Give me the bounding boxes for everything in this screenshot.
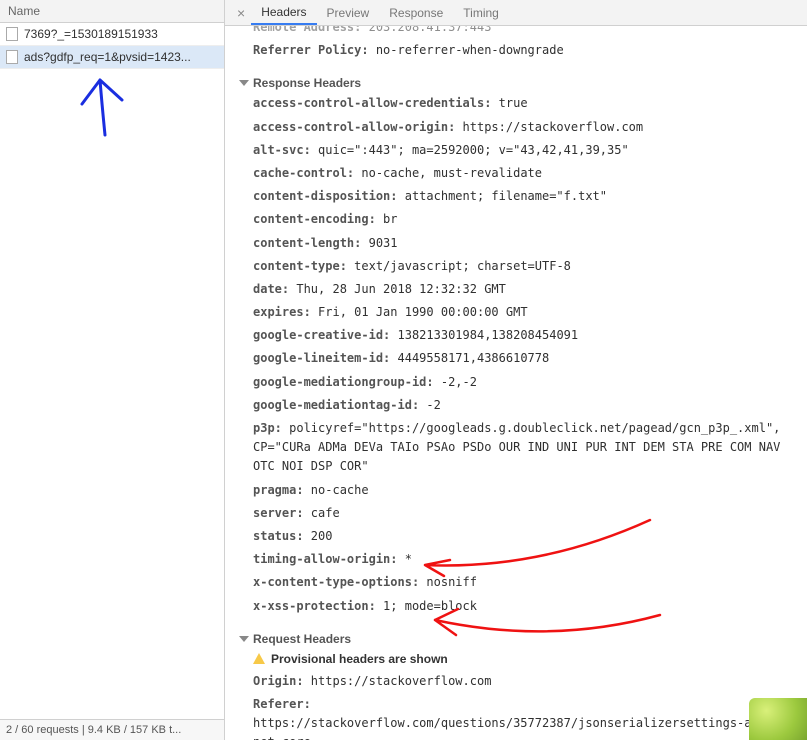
- header-line: status: 200: [229, 525, 803, 548]
- headers-content[interactable]: Remote Address: 203.208.41.37:443 Referr…: [225, 26, 807, 740]
- header-key: content-length:: [253, 236, 369, 250]
- header-line: content-encoding: br: [229, 208, 803, 231]
- header-key: server:: [253, 506, 311, 520]
- header-value: quic=":443"; ma=2592000; v="43,42,41,39,…: [318, 143, 629, 157]
- request-label: ads?gdfp_req=1&pvsid=1423...: [24, 50, 191, 64]
- header-value: br: [383, 212, 397, 226]
- header-value: Thu, 28 Jun 2018 12:32:32 GMT: [296, 282, 506, 296]
- header-line: date: Thu, 28 Jun 2018 12:32:32 GMT: [229, 278, 803, 301]
- header-value: nosniff: [426, 575, 477, 589]
- header-line: pragma: no-cache: [229, 479, 803, 502]
- header-line: google-mediationgroup-id: -2,-2: [229, 371, 803, 394]
- section-title: Response Headers: [253, 76, 361, 90]
- header-line: cache-control: no-cache, must-revalidate: [229, 162, 803, 185]
- general-referrer-policy: Referrer Policy: no-referrer-when-downgr…: [229, 39, 803, 62]
- close-icon[interactable]: ×: [231, 5, 251, 21]
- header-value: *: [405, 552, 412, 566]
- header-key: pragma:: [253, 483, 311, 497]
- header-value: attachment; filename="f.txt": [405, 189, 607, 203]
- header-line: Origin: https://stackoverflow.com: [229, 670, 803, 693]
- warning-icon: [253, 653, 265, 664]
- tab-preview[interactable]: Preview: [317, 2, 380, 24]
- header-value: https://stackoverflow.com: [463, 120, 644, 134]
- request-list: 7369?_=1530189151933 ads?gdfp_req=1&pvsi…: [0, 23, 224, 719]
- header-key: Origin:: [253, 674, 311, 688]
- header-line: x-xss-protection: 1; mode=block: [229, 595, 803, 618]
- document-icon: [6, 50, 18, 64]
- header-value: https://stackoverflow.com/questions/3577…: [253, 716, 802, 740]
- header-value: Fri, 01 Jan 1990 00:00:00 GMT: [318, 305, 528, 319]
- header-key: alt-svc:: [253, 143, 318, 157]
- header-value: policyref="https://googleads.g.doublecli…: [253, 421, 780, 473]
- details-tab-bar: × Headers Preview Response Timing: [225, 0, 807, 26]
- decorative-corner-image: [749, 698, 807, 740]
- general-remote-address: Remote Address: 203.208.41.37:443: [229, 26, 803, 39]
- header-key: expires:: [253, 305, 318, 319]
- header-line: expires: Fri, 01 Jan 1990 00:00:00 GMT: [229, 301, 803, 324]
- section-request-headers[interactable]: Request Headers: [229, 628, 803, 648]
- header-line: p3p: policyref="https://googleads.g.doub…: [229, 417, 803, 479]
- header-key: p3p:: [253, 421, 289, 435]
- header-value: 1; mode=block: [383, 599, 477, 613]
- header-value: cafe: [311, 506, 340, 520]
- header-key: access-control-allow-credentials:: [253, 96, 499, 110]
- header-value: true: [499, 96, 528, 110]
- header-line: access-control-allow-origin: https://sta…: [229, 116, 803, 139]
- header-line: x-content-type-options: nosniff: [229, 571, 803, 594]
- header-key: content-encoding:: [253, 212, 383, 226]
- section-title: Request Headers: [253, 632, 351, 646]
- header-line: google-creative-id: 138213301984,1382084…: [229, 324, 803, 347]
- section-response-headers[interactable]: Response Headers: [229, 72, 803, 92]
- header-line: google-mediationtag-id: -2: [229, 394, 803, 417]
- header-key: Referer:: [253, 697, 311, 711]
- details-panel: × Headers Preview Response Timing Remote…: [225, 0, 807, 740]
- chevron-down-icon: [239, 80, 249, 86]
- header-line: alt-svc: quic=":443"; ma=2592000; v="43,…: [229, 139, 803, 162]
- header-value: text/javascript; charset=UTF-8: [354, 259, 571, 273]
- network-request-list-panel: Name 7369?_=1530189151933 ads?gdfp_req=1…: [0, 0, 225, 740]
- header-line: access-control-allow-credentials: true: [229, 92, 803, 115]
- header-key: google-creative-id:: [253, 328, 398, 342]
- header-key: google-mediationgroup-id:: [253, 375, 441, 389]
- header-key: content-disposition:: [253, 189, 405, 203]
- list-header-name[interactable]: Name: [0, 0, 224, 23]
- tab-headers[interactable]: Headers: [251, 1, 316, 25]
- header-value: 9031: [369, 236, 398, 250]
- request-row[interactable]: ads?gdfp_req=1&pvsid=1423...: [0, 46, 224, 69]
- header-line: content-length: 9031: [229, 232, 803, 255]
- provisional-warning: Provisional headers are shown: [229, 648, 803, 670]
- header-line: Referer: https://stackoverflow.com/quest…: [229, 693, 803, 740]
- header-key: x-content-type-options:: [253, 575, 426, 589]
- tab-timing[interactable]: Timing: [453, 2, 509, 24]
- header-value: 4449558171,4386610778: [398, 351, 550, 365]
- header-key: access-control-allow-origin:: [253, 120, 463, 134]
- request-label: 7369?_=1530189151933: [24, 27, 158, 41]
- header-value: 200: [311, 529, 333, 543]
- request-row[interactable]: 7369?_=1530189151933: [0, 23, 224, 46]
- header-line: timing-allow-origin: *: [229, 548, 803, 571]
- header-line: content-type: text/javascript; charset=U…: [229, 255, 803, 278]
- provisional-text: Provisional headers are shown: [271, 652, 448, 666]
- header-value: no-cache, must-revalidate: [361, 166, 542, 180]
- document-icon: [6, 27, 18, 41]
- header-value: -2,-2: [441, 375, 477, 389]
- header-key: date:: [253, 282, 296, 296]
- header-key: cache-control:: [253, 166, 361, 180]
- header-line: content-disposition: attachment; filenam…: [229, 185, 803, 208]
- header-key: google-lineitem-id:: [253, 351, 398, 365]
- header-value: no-cache: [311, 483, 369, 497]
- header-key: timing-allow-origin:: [253, 552, 405, 566]
- header-value: -2: [426, 398, 440, 412]
- header-key: content-type:: [253, 259, 354, 273]
- header-value: 138213301984,138208454091: [398, 328, 579, 342]
- header-line: google-lineitem-id: 4449558171,438661077…: [229, 347, 803, 370]
- header-value: https://stackoverflow.com: [311, 674, 492, 688]
- status-bar: 2 / 60 requests | 9.4 KB / 157 KB t...: [0, 719, 224, 740]
- chevron-down-icon: [239, 636, 249, 642]
- header-line: server: cafe: [229, 502, 803, 525]
- header-key: status:: [253, 529, 311, 543]
- tab-response[interactable]: Response: [379, 2, 453, 24]
- header-key: x-xss-protection:: [253, 599, 383, 613]
- header-key: google-mediationtag-id:: [253, 398, 426, 412]
